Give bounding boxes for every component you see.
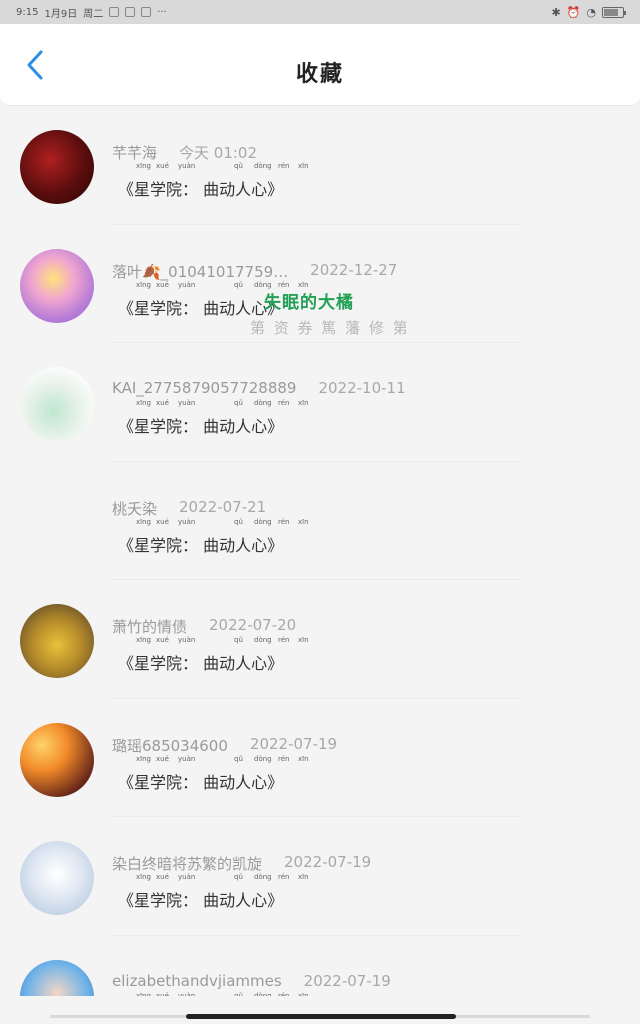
item-meta: 桃夭染 2022-07-21 (112, 498, 266, 519)
notification-icon (141, 7, 152, 17)
alarm-icon: ⏰ (566, 5, 581, 19)
list-item[interactable]: 桃夭染 2022-07-21 xīng xué yuàn qǔ dòng rén xīn 《星学院… (0, 462, 640, 580)
list-item[interactable]: elizabethandvjiammes 2022-07-19 xīng xué yuà… (0, 936, 640, 996)
status-weekday: 周二 (83, 8, 104, 20)
avatar[interactable] (20, 841, 94, 915)
favorite-date: 2022-07-19 (303, 971, 391, 990)
avatar[interactable] (20, 604, 94, 678)
status-date: 1月9日 (44, 8, 78, 20)
song-title[interactable]: 《星学院： 曲动人心》 (118, 532, 283, 556)
bottom-bar (0, 996, 640, 1024)
list-item[interactable]: 芊芊海 今天 01:02 xīng xué yuàn qǔ dòng rén xīn 《星学院： … (0, 106, 640, 225)
user-name[interactable]: 芊芊海 (112, 142, 157, 163)
avatar[interactable] (20, 367, 94, 441)
header: 收藏 (0, 24, 640, 106)
status-more: ··· (157, 6, 167, 18)
user-name[interactable]: 萧竹的情债 (112, 616, 187, 637)
favorite-date: 2022-12-27 (310, 260, 398, 279)
user-name[interactable]: 落叶🍂_01041017759… (112, 261, 288, 282)
user-name[interactable]: 桃夭染 (112, 498, 157, 519)
item-meta: 萧竹的情债 2022-07-20 (112, 616, 296, 637)
avatar[interactable] (20, 248, 94, 323)
item-meta: 芊芊海 今天 01:02 (112, 142, 257, 163)
song-title[interactable]: 《星学院： 曲动人心》 (118, 769, 283, 793)
avatar[interactable] (20, 722, 94, 797)
user-name[interactable]: KAI_2775879057728889 (112, 379, 296, 397)
bluetooth-icon: ✱ (551, 5, 561, 19)
page-title: 收藏 (295, 62, 344, 87)
favorite-date: 2022-07-19 (284, 853, 372, 871)
favorite-date: 2022-07-20 (209, 616, 297, 634)
item-meta: 染白终暗将苏繁的凯旋 2022-07-19 (112, 853, 371, 874)
status-time: 9:15 (16, 6, 39, 18)
avatar[interactable] (20, 486, 94, 560)
item-meta: KAI_2775879057728889 2022-10-11 (112, 379, 406, 397)
list-item[interactable]: KAI_2775879057728889 2022-10-11 xīng xué yuà… (0, 343, 640, 462)
status-right: ✱ ⏰ ◔ (551, 5, 626, 19)
song-title[interactable]: 《星学院： 曲动人心》 (118, 176, 283, 200)
notification-icon (109, 7, 120, 17)
item-meta: 落叶🍂_01041017759… 2022-12-27 (112, 261, 397, 282)
favorite-date: 2022-07-19 (249, 734, 338, 753)
battery-icon (602, 6, 626, 18)
user-name[interactable]: elizabethandvjiammes (112, 972, 282, 990)
list-item[interactable]: 璐瑶685034600 2022-07-19 xīng xué yuàn qǔ dòng ré… (0, 699, 640, 817)
item-meta: elizabethandvjiammes 2022-07-19 (112, 972, 391, 990)
list-item[interactable]: 落叶🍂_01041017759… 2022-12-27 xīng xué yuàn qǔ d… (0, 225, 640, 343)
avatar[interactable] (20, 959, 94, 996)
user-name[interactable]: 染白终暗将苏繁的凯旋 (112, 853, 262, 874)
song-title[interactable]: 《星学院： 曲动人心》 (118, 295, 283, 319)
avatar[interactable] (20, 130, 94, 204)
favorite-date: 2022-10-11 (318, 379, 406, 397)
favorites-list: 芊芊海 今天 01:02 xīng xué yuàn qǔ dòng rén xīn 《星学院： … (0, 106, 640, 996)
song-title[interactable]: 《星学院： 曲动人心》 (118, 650, 283, 674)
song-title[interactable]: 《星学院： 曲动人心》 (118, 887, 283, 911)
scrollbar-thumb[interactable] (186, 1014, 456, 1019)
list-item[interactable]: 染白终暗将苏繁的凯旋 2022-07-19 xīng xué yuàn qǔ dòng rén… (0, 817, 640, 936)
user-name[interactable]: 璐瑶685034600 (112, 735, 228, 756)
status-left: 9:15 1月9日 周二 ··· (16, 5, 167, 20)
item-meta: 璐瑶685034600 2022-07-19 (112, 735, 337, 756)
wifi-icon: ◔ (586, 5, 596, 19)
favorite-date: 今天 01:02 (179, 144, 258, 162)
status-bar: 9:15 1月9日 周二 ··· ✱ ⏰ ◔ (0, 0, 640, 24)
list-item[interactable]: 萧竹的情债 2022-07-20 xīng xué yuàn qǔ dòng rén xīn 《星… (0, 580, 640, 699)
notification-icon (125, 7, 136, 17)
favorite-date: 2022-07-21 (179, 497, 267, 516)
song-title[interactable]: 《星学院： 曲动人心》 (118, 413, 283, 437)
